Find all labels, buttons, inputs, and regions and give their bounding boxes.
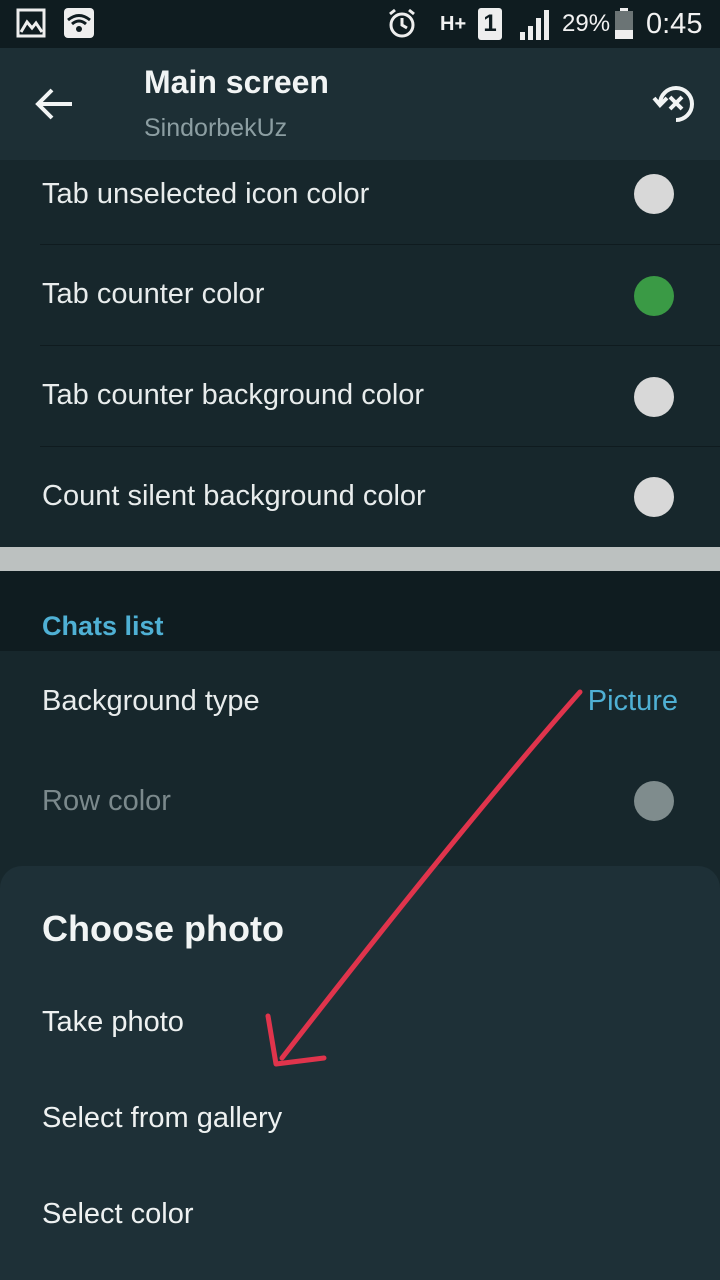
sheet-item-label: Take photo	[42, 1006, 184, 1038]
setting-row-tab-unselected-icon-color[interactable]: Tab unselected icon color	[0, 146, 720, 246]
main-screen-settings: Tab unselected icon color Tab counter co…	[0, 160, 720, 547]
page-title: Main screen	[144, 64, 329, 100]
sheet-item-label: Select color	[42, 1198, 194, 1230]
divider	[40, 244, 720, 245]
network-hplus-icon: H+	[440, 13, 467, 35]
divider	[40, 446, 720, 447]
section-header-chats-list: Chats list	[42, 611, 164, 641]
sheet-item-select-from-gallery[interactable]: Select from gallery	[0, 1082, 720, 1162]
sheet-item-label: Select from gallery	[42, 1102, 283, 1134]
setting-row-tab-counter-background-color[interactable]: Tab counter background color	[0, 347, 720, 447]
setting-label: Count silent background color	[42, 480, 426, 512]
page-subtitle: SindorbekUz	[144, 114, 288, 142]
chats-list-header-area: Chats list	[0, 571, 720, 651]
sheet-item-select-color[interactable]: Select color	[0, 1178, 720, 1258]
battery-percent: 29%	[562, 10, 611, 37]
color-swatch[interactable]	[634, 174, 674, 214]
reset-icon[interactable]	[646, 74, 706, 134]
wifi-icon	[64, 8, 94, 38]
sim-icon: 1	[478, 8, 502, 40]
chats-list-settings: Background type Picture Row color	[0, 651, 720, 881]
sim-slot-number: 1	[483, 10, 497, 37]
color-swatch[interactable]	[634, 477, 674, 517]
setting-row-tab-counter-color[interactable]: Tab counter color	[0, 246, 720, 346]
app-bar: Main screen SindorbekUz	[0, 48, 720, 160]
setting-row-row-color: Row color	[0, 751, 720, 851]
choose-photo-sheet: Choose photo Take photo Select from gall…	[0, 866, 720, 1280]
color-swatch[interactable]	[634, 377, 674, 417]
divider	[40, 345, 720, 346]
sheet-item-take-photo[interactable]: Take photo	[0, 986, 720, 1066]
setting-label: Tab unselected icon color	[42, 178, 370, 210]
setting-label: Row color	[42, 785, 171, 817]
back-arrow-icon[interactable]	[26, 78, 82, 130]
gallery-icon	[16, 8, 46, 38]
setting-label: Background type	[42, 685, 260, 717]
color-swatch	[634, 781, 674, 821]
status-bar: H+ 1 29% 0:45	[0, 0, 720, 48]
alarm-icon	[389, 8, 415, 38]
setting-row-background-type[interactable]: Background type Picture	[0, 651, 720, 751]
clock: 0:45	[646, 8, 703, 40]
section-separator	[0, 547, 720, 571]
signal-icon	[520, 10, 549, 40]
background-type-value[interactable]: Picture	[588, 685, 678, 718]
setting-label: Tab counter color	[42, 278, 265, 310]
battery-icon	[615, 8, 633, 39]
sheet-title: Choose photo	[42, 908, 284, 949]
setting-row-count-silent-background-color[interactable]: Count silent background color	[0, 448, 720, 548]
color-swatch[interactable]	[634, 276, 674, 316]
setting-label: Tab counter background color	[42, 379, 425, 411]
